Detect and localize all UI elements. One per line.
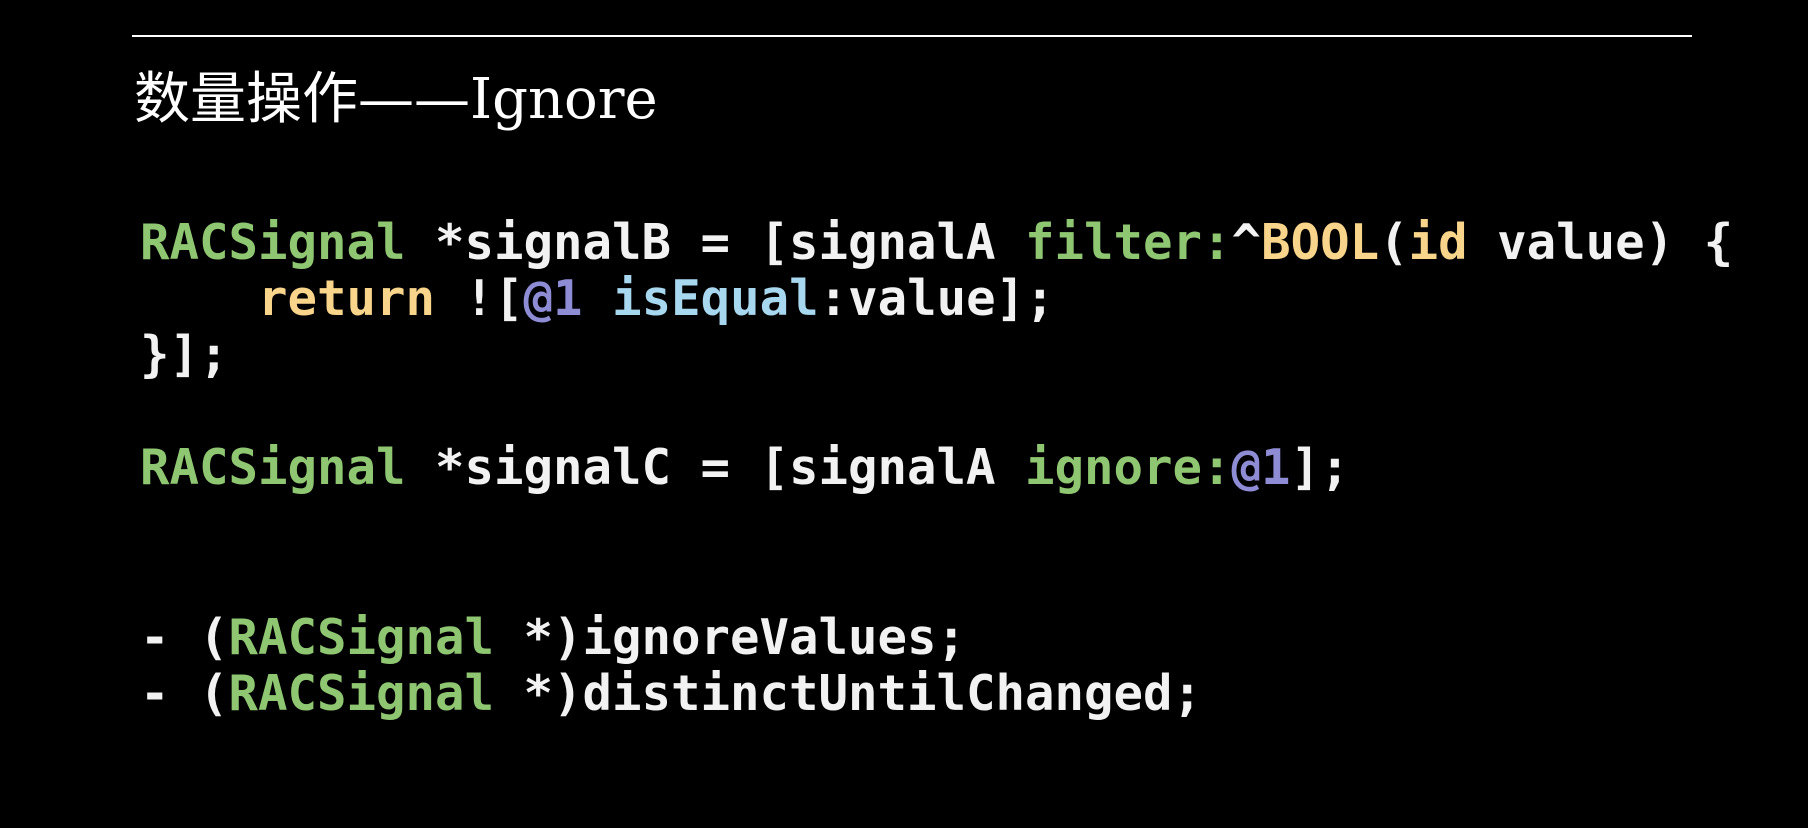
code-token: RACSignal [228,609,495,666]
code-token: @1 [523,270,583,327]
code-token: @1 [1231,439,1291,496]
code-line: return ![@1 isEqual:value]; [140,271,1733,327]
code-block-filter: RACSignal *signalB = [signalA filter:^BO… [140,215,1733,383]
code-token: BOOL [1261,214,1380,271]
code-line: - (RACSignal *)distinctUntilChanged; [140,666,1202,722]
code-token: ]; [1290,439,1350,496]
code-token: :value]; [818,270,1055,327]
code-token: ![ [435,270,524,327]
code-line: - (RACSignal *)ignoreValues; [140,610,1202,666]
code-token: filter: [1025,214,1232,271]
code-token: id [1408,214,1468,271]
code-token: *)ignoreValues; [494,609,967,666]
code-block-ignore: RACSignal *signalC = [signalA ignore:@1]… [140,440,1350,496]
code-token: - ( [140,609,229,666]
code-token: ( [1379,214,1409,271]
code-token: RACSignal [228,665,495,722]
code-line: RACSignal *signalB = [signalA filter:^BO… [140,215,1733,271]
code-token: - ( [140,665,229,722]
code-token: *)distinctUntilChanged; [494,665,1203,722]
code-token: *signalB = [signalA [405,214,1026,271]
slide-title: 数量操作——Ignore [134,67,658,132]
code-token: isEqual [612,270,819,327]
code-token: }]; [140,326,229,383]
code-token: ignore: [1025,439,1232,496]
code-line: }]; [140,327,1733,383]
code-token: return [258,270,436,327]
code-token: RACSignal [140,439,406,496]
code-token: ^ [1231,214,1262,271]
code-line: RACSignal *signalC = [signalA ignore:@1]… [140,440,1350,496]
code-block-declarations: - (RACSignal *)ignoreValues; - (RACSignal… [140,610,1202,722]
code-token: RACSignal [140,214,406,271]
code-token: *signalC = [signalA [405,439,1026,496]
code-token: value) { [1467,214,1734,271]
header-divider [132,35,1692,37]
